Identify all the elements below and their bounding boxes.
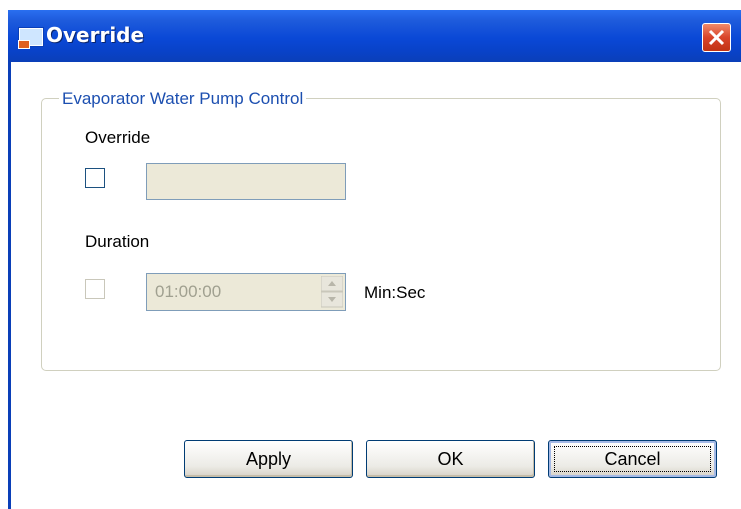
override-dialog: Override Evaporator Water Pump Control O…	[8, 10, 741, 509]
duration-spinner[interactable]: 01:00:00	[146, 273, 346, 311]
evaporator-water-pump-group: Evaporator Water Pump Control Override D…	[41, 89, 721, 371]
duration-value: 01:00:00	[155, 282, 222, 301]
duration-checkbox[interactable]	[85, 279, 105, 299]
ok-button[interactable]: OK	[366, 440, 535, 478]
app-window-icon	[18, 28, 43, 49]
spin-buttons[interactable]	[321, 276, 343, 308]
override-checkbox[interactable]	[85, 168, 105, 188]
override-value-field[interactable]	[146, 163, 346, 200]
dialog-title: Override	[46, 23, 145, 47]
title-bar[interactable]: Override	[8, 10, 741, 62]
dialog-body: Evaporator Water Pump Control Override D…	[11, 62, 741, 509]
apply-button[interactable]: Apply	[184, 440, 353, 478]
duration-label: Duration	[85, 232, 150, 251]
override-label: Override	[85, 128, 151, 147]
duration-unit-label: Min:Sec	[364, 283, 426, 302]
group-legend: Evaporator Water Pump Control	[59, 89, 307, 109]
close-icon	[708, 29, 725, 46]
cancel-button[interactable]: Cancel	[548, 440, 717, 478]
close-button[interactable]	[702, 23, 731, 52]
cancel-button-label: Cancel	[549, 441, 716, 477]
